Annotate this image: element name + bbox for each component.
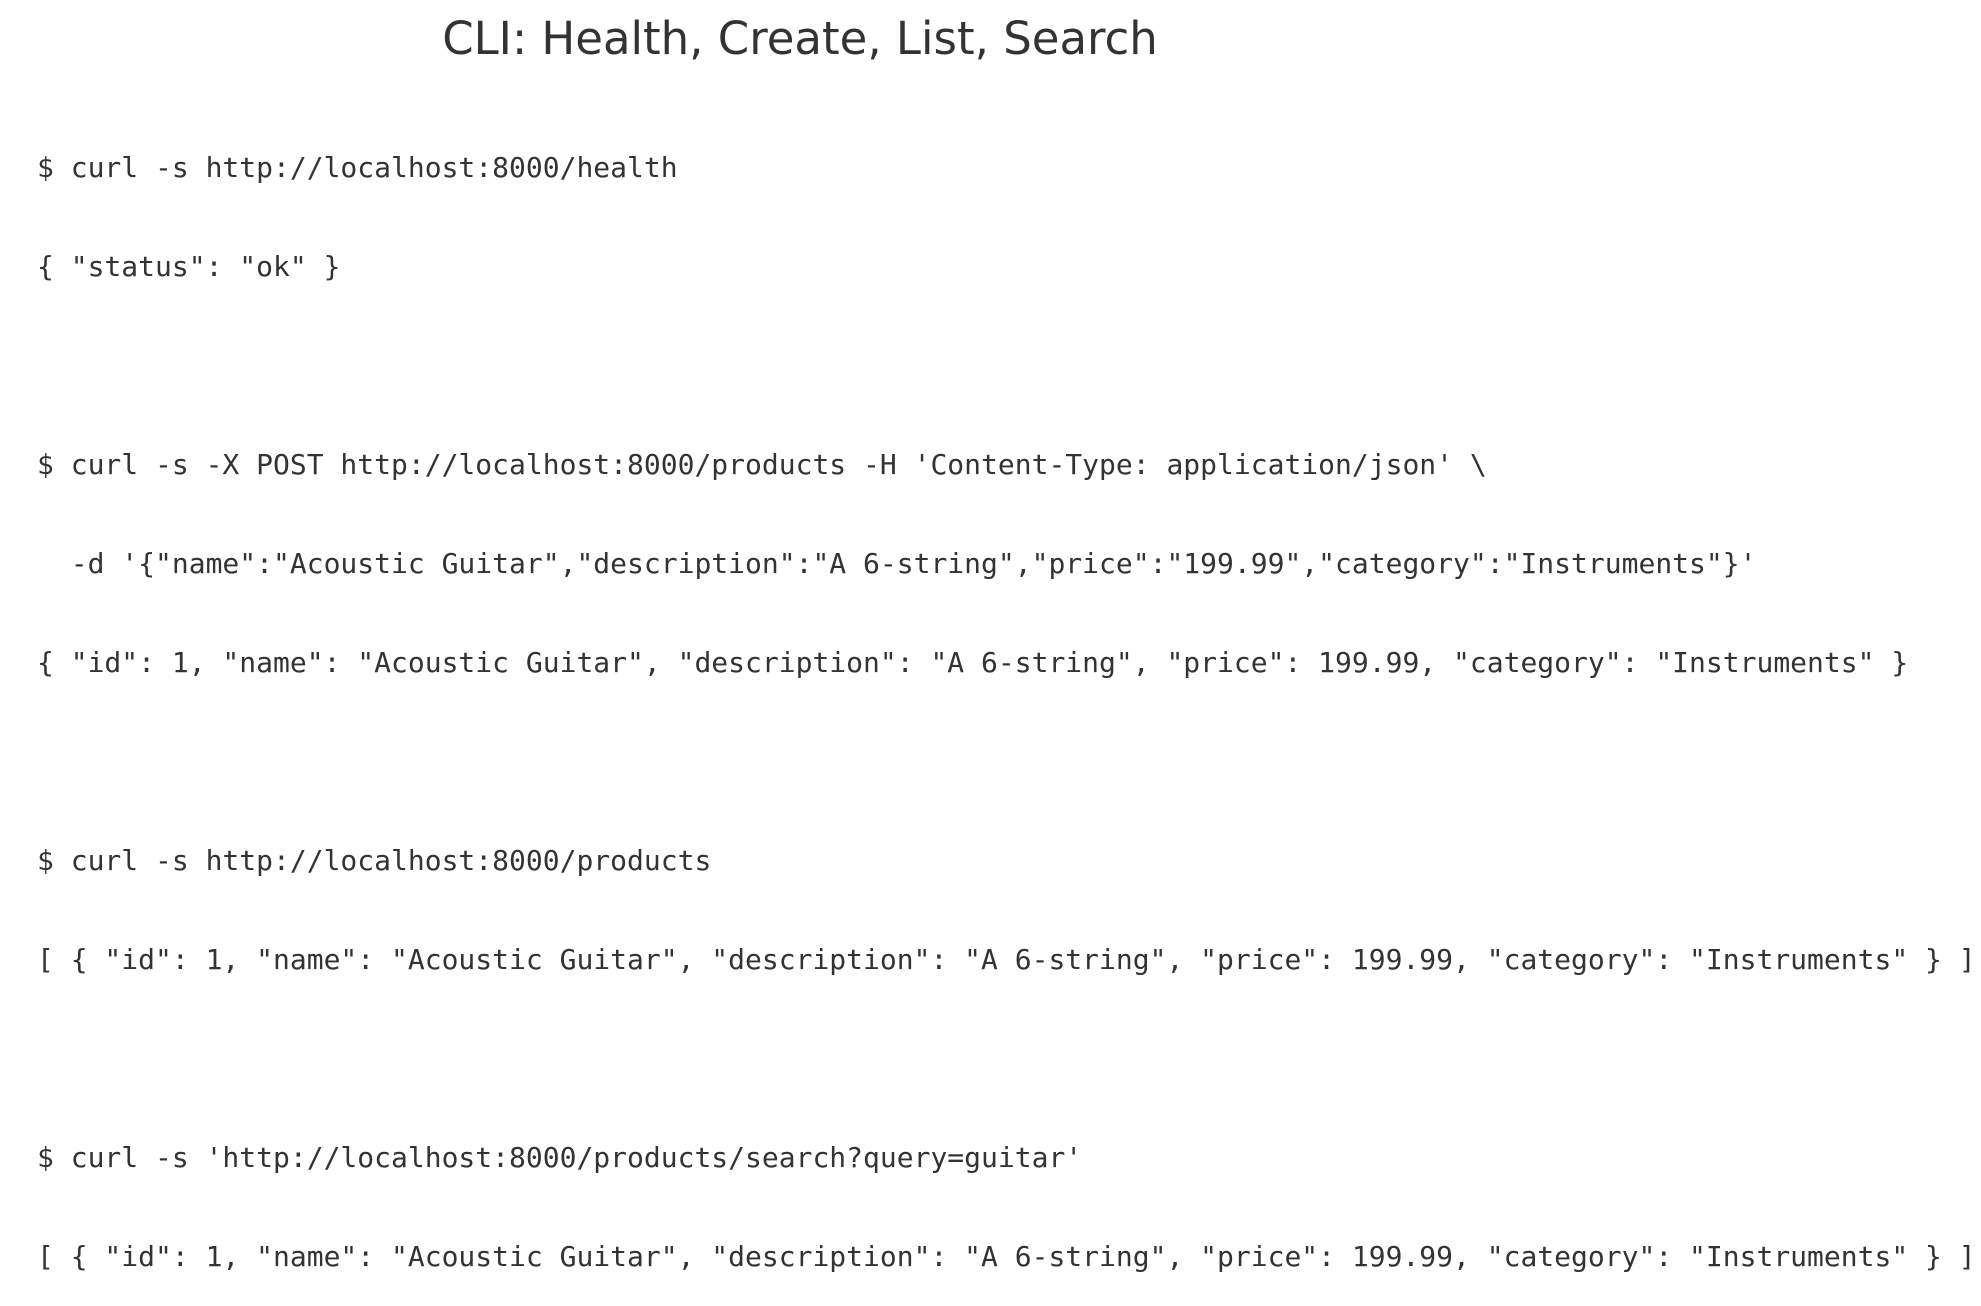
page-title: CLI: Health, Create, List, Search [442,12,1158,65]
create-command: $ curl -s -X POST http://localhost:8000/… [37,448,1487,481]
create-response: { "id": 1, "name": "Acoustic Guitar", "d… [37,646,1909,679]
list-command: $ curl -s http://localhost:8000/products [37,844,712,877]
health-response: { "status": "ok" } [37,250,341,283]
search-command: $ curl -s 'http://localhost:8000/product… [37,1141,1083,1174]
health-command: $ curl -s http://localhost:8000/health [37,151,678,184]
create-command-payload: -d '{"name":"Acoustic Guitar","descripti… [37,547,1757,580]
search-response: [ { "id": 1, "name": "Acoustic Guitar", … [37,1240,1976,1273]
terminal-output: $ curl -s http://localhost:8000/health {… [37,85,1976,1306]
list-response: [ { "id": 1, "name": "Acoustic Guitar", … [37,943,1976,976]
